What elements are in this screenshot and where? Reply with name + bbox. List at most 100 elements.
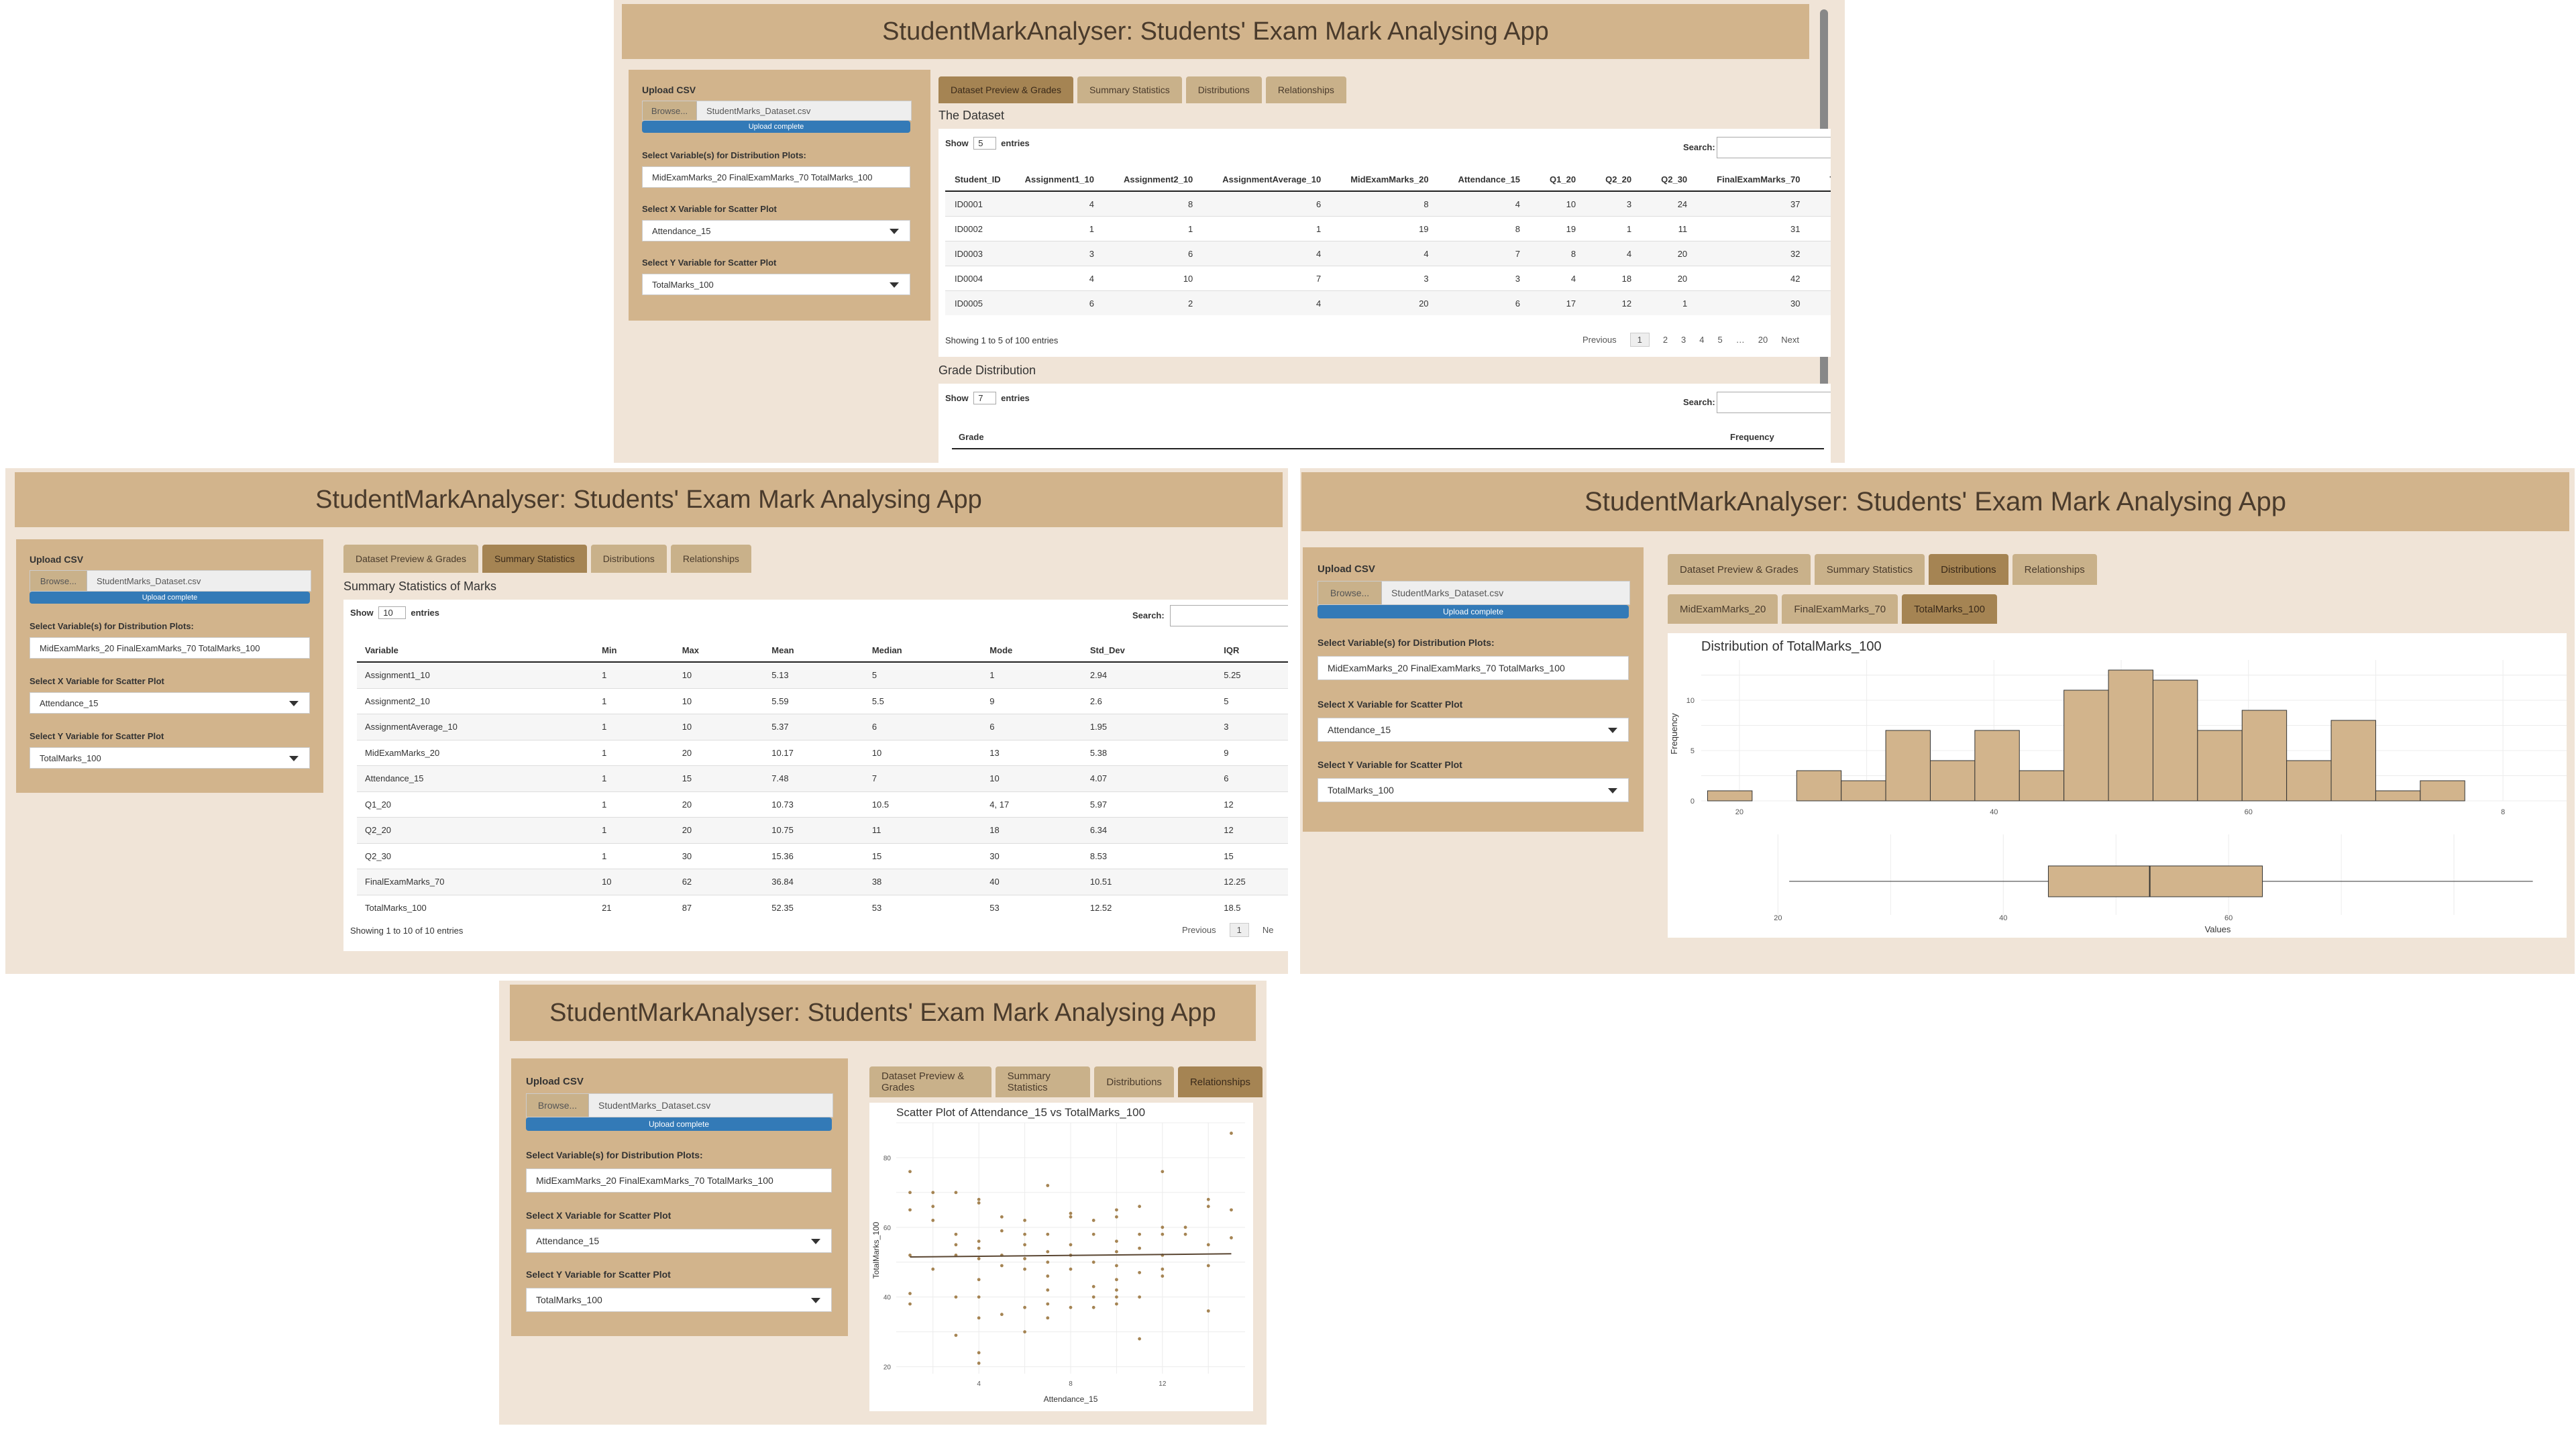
pagination-button[interactable]: 5 (1718, 335, 1723, 345)
tab-summary-statistics[interactable]: Summary Statistics (1814, 554, 1925, 585)
column-header[interactable]: Std_Dev (1081, 639, 1216, 663)
scatter-point (1206, 1197, 1210, 1201)
column-header[interactable]: Assignment1_10 (1010, 168, 1109, 192)
x-variable-value: Attendance_15 (652, 225, 711, 236)
tab-dataset-preview[interactable]: Dataset Preview & Grades (938, 76, 1073, 103)
tab-dataset-preview[interactable]: Dataset Preview & Grades (1668, 554, 1811, 585)
column-header[interactable]: Q1_20 (1535, 168, 1591, 192)
column-header[interactable]: Assignment2_10 (1108, 168, 1208, 192)
pagination-button[interactable]: 4 (1699, 335, 1704, 345)
subtab-totalmarks[interactable]: TotalMarks_100 (1902, 594, 1997, 624)
tab-dataset-preview[interactable]: Dataset Preview & Grades (869, 1066, 991, 1097)
subtab-midexammarks[interactable]: MidExamMarks_20 (1668, 594, 1778, 624)
table-cell: 4 (1591, 241, 1647, 266)
grade-length-select[interactable]: 7 (973, 392, 996, 404)
column-header[interactable]: Median (863, 639, 982, 663)
histogram-bar (2330, 720, 2376, 802)
file-input[interactable]: Browse... StudentMarks_Dataset.csv (1318, 581, 1630, 605)
file-input[interactable]: Browse... StudentMarks_Dataset.csv (526, 1093, 833, 1117)
pagination-button[interactable]: … (1736, 335, 1745, 345)
file-input[interactable]: Browse... StudentMarks_Dataset.csv (30, 570, 311, 592)
search-input[interactable] (1170, 605, 1288, 626)
tab-summary-statistics[interactable]: Summary Statistics (995, 1066, 1091, 1097)
tab-distributions[interactable]: Distributions (1185, 76, 1262, 103)
dist-variables-select[interactable]: MidExamMarks_20 FinalExamMarks_70 TotalM… (526, 1168, 832, 1193)
tab-summary-statistics[interactable]: Summary Statistics (1077, 76, 1182, 103)
table-cell: 8 (1535, 241, 1591, 266)
upload-progress-bar: Upload complete (1318, 605, 1629, 618)
column-header[interactable]: Q2_20 (1591, 168, 1647, 192)
tab-summary-statistics[interactable]: Summary Statistics (482, 545, 587, 573)
tab-distributions[interactable]: Distributions (590, 545, 667, 573)
tab-relationships[interactable]: Relationships (2012, 554, 2097, 585)
tab-dataset-preview[interactable]: Dataset Preview & Grades (343, 545, 478, 573)
tab-distributions[interactable]: Distributions (1929, 554, 2008, 585)
column-header[interactable]: Mean (763, 639, 864, 663)
upload-label: Upload CSV (642, 85, 696, 95)
column-header[interactable]: Mode (981, 639, 1082, 663)
browse-button[interactable]: Browse... (643, 101, 697, 120)
column-header[interactable]: Q2_30 (1646, 168, 1703, 192)
browse-button[interactable]: Browse... (527, 1094, 589, 1117)
table-cell: 4 (1208, 290, 1336, 315)
scatter-point (1138, 1337, 1142, 1341)
table-cell: 10 (863, 739, 982, 766)
column-header[interactable]: AssignmentAverage_10 (1208, 168, 1336, 192)
browse-button[interactable]: Browse... (30, 571, 87, 591)
table-cell: 6 (863, 714, 982, 740)
file-name: StudentMarks_Dataset.csv (697, 101, 911, 120)
show-label: Show (945, 393, 969, 403)
y-variable-select[interactable]: TotalMarks_100 (30, 747, 310, 769)
scatter-point (908, 1208, 912, 1212)
pagination-button[interactable]: Ne (1263, 925, 1274, 935)
scatter-point (1091, 1232, 1095, 1236)
column-header[interactable]: IQR (1216, 639, 1288, 663)
x-variable-select[interactable]: Attendance_15 (642, 220, 910, 241)
search-input[interactable] (1717, 137, 1831, 158)
subtab-finalexammarks[interactable]: FinalExamMarks_70 (1782, 594, 1898, 624)
pagination-button[interactable]: 3 (1681, 335, 1686, 345)
scatter-point (908, 1302, 912, 1306)
table-cell: 52.35 (763, 894, 864, 920)
file-input[interactable]: Browse... StudentMarks_Dataset.csv (642, 101, 912, 121)
dist-variables-select[interactable]: MidExamMarks_20 FinalExamMarks_70 TotalM… (642, 166, 910, 188)
x-variable-label: Select X Variable for Scatter Plot (30, 676, 164, 686)
column-header[interactable]: Attendance_15 (1443, 168, 1536, 192)
column-header[interactable]: Min (594, 639, 674, 663)
pagination-button[interactable]: 20 (1758, 335, 1768, 345)
column-header[interactable]: FinalExamMarks_70 (1702, 168, 1815, 192)
pagination-button[interactable]: 2 (1663, 335, 1668, 345)
y-tick-label: 40 (883, 1295, 892, 1302)
y-variable-select[interactable]: TotalMarks_100 (642, 274, 910, 295)
column-header[interactable]: Variable (357, 639, 594, 663)
screenshot-summary-statistics: StudentMarkAnalyser: Students' Exam Mark… (5, 468, 1288, 974)
tab-relationships[interactable]: Relationships (670, 545, 751, 573)
dist-variables-select[interactable]: MidExamMarks_20 FinalExamMarks_70 TotalM… (30, 637, 310, 659)
pagination-button[interactable]: Previous (1182, 925, 1216, 935)
grade-search-input[interactable] (1717, 392, 1831, 413)
tab-distributions[interactable]: Distributions (1094, 1066, 1174, 1097)
dist-variables-select[interactable]: MidExamMarks_20 FinalExamMarks_70 TotalM… (1318, 656, 1629, 680)
y-variable-select[interactable]: TotalMarks_100 (526, 1288, 832, 1312)
length-select[interactable]: 5 (973, 137, 996, 150)
column-header[interactable]: Student_ID (945, 168, 1010, 192)
pagination-button[interactable]: 1 (1229, 923, 1249, 937)
dist-variables-label: Select Variable(s) for Distribution Plot… (642, 150, 806, 160)
pagination-button[interactable]: 1 (1629, 333, 1650, 347)
table-cell: 6.34 (1081, 817, 1216, 843)
browse-button[interactable]: Browse... (1318, 582, 1382, 604)
x-variable-select[interactable]: Attendance_15 (30, 692, 310, 714)
table-cell: 6 (1443, 290, 1536, 315)
column-header[interactable]: MidExamMarks_20 (1336, 168, 1444, 192)
table-cell: 8 (1108, 190, 1208, 217)
y-variable-select[interactable]: TotalMarks_100 (1318, 778, 1629, 802)
pagination-button[interactable]: Next (1781, 335, 1799, 345)
column-header[interactable]: TotalMarks_ (1815, 168, 1831, 192)
pagination-button[interactable]: Previous (1582, 335, 1617, 345)
x-variable-select[interactable]: Attendance_15 (1318, 718, 1629, 742)
tab-relationships[interactable]: Relationships (1265, 76, 1346, 103)
column-header[interactable]: Max (674, 639, 764, 663)
length-select[interactable]: 10 (378, 606, 406, 619)
x-variable-select[interactable]: Attendance_15 (526, 1229, 832, 1253)
tab-relationships[interactable]: Relationships (1177, 1066, 1263, 1097)
